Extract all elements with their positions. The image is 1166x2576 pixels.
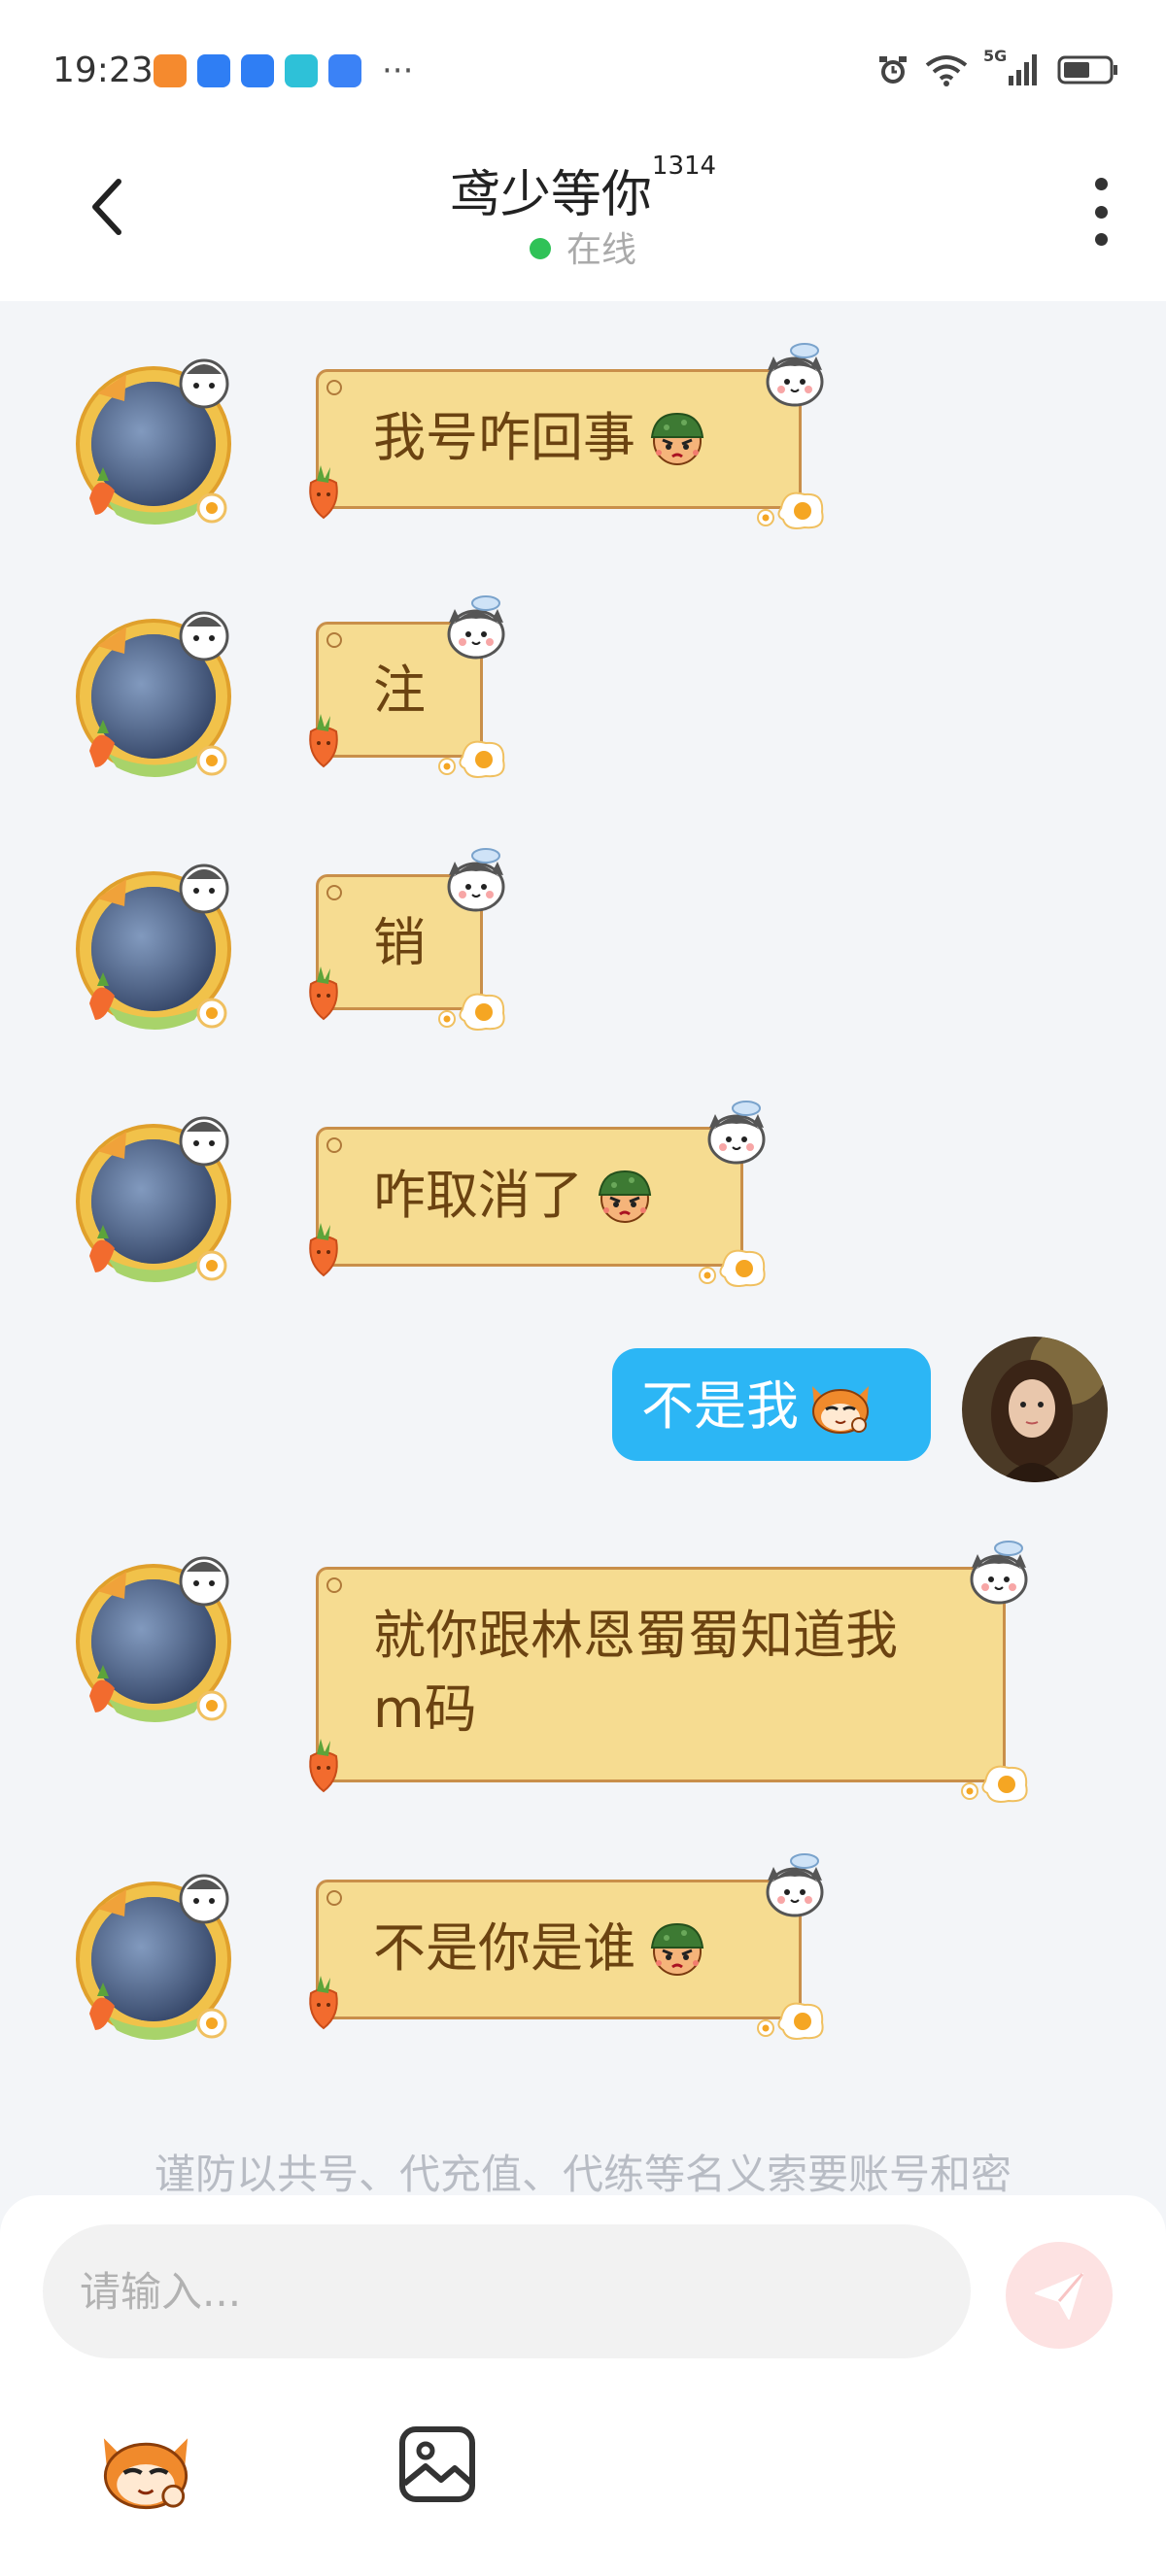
contact-avatar[interactable] — [68, 1112, 243, 1287]
more-options-button[interactable] — [1086, 178, 1115, 246]
alarm-icon — [879, 56, 907, 84]
battery-icon — [1057, 55, 1117, 85]
message-bubble[interactable]: 销 — [316, 874, 483, 1010]
app-notification-icon — [154, 54, 187, 87]
paper-plane-icon — [1035, 2273, 1084, 2320]
cat-sticker-icon — [437, 595, 507, 661]
carrot-sticker-icon — [301, 710, 346, 768]
bubble-pin-icon — [326, 380, 342, 395]
carrot-sticker-icon — [301, 1219, 346, 1277]
more-dot-icon — [1094, 205, 1108, 219]
app-store-icon — [197, 54, 230, 87]
emoji-button[interactable] — [92, 2414, 199, 2521]
notification-icons: ··· — [154, 54, 413, 87]
message-text: 不是我 — [641, 1375, 799, 1437]
my-avatar-image — [962, 1337, 1108, 1482]
contact-avatar[interactable] — [68, 1870, 243, 2045]
input-panel — [0, 2195, 1166, 2576]
message-input[interactable] — [43, 2224, 971, 2358]
bubble-pin-icon — [326, 632, 342, 648]
message-text: 注 — [373, 660, 426, 721]
system-status: 5G — [876, 47, 1119, 89]
carrot-sticker-icon — [301, 963, 346, 1021]
more-notifications-icon: ··· — [382, 51, 414, 90]
egg-sticker-icon — [433, 986, 509, 1033]
book-app-icon — [285, 54, 318, 87]
fox-smug-emoji-icon — [805, 1376, 876, 1435]
carrot-sticker-icon — [301, 1972, 346, 2030]
message-text: 我号咋回事 — [373, 407, 635, 468]
message-bubble[interactable]: 不是你是谁 — [316, 1880, 802, 2019]
message-bubble-outgoing[interactable]: 不是我 — [612, 1348, 931, 1461]
bubble-pin-icon — [326, 1890, 342, 1906]
message-bubble[interactable]: 就你跟林恩蜀蜀知道我 m码 — [316, 1567, 1006, 1782]
message-text: 不是你是谁 — [373, 1917, 635, 1979]
carrot-sticker-icon — [301, 461, 346, 520]
send-button[interactable] — [1006, 2242, 1113, 2349]
cat-sticker-icon — [698, 1101, 768, 1167]
contact-badge: 1314 — [651, 152, 717, 181]
message-text: 就你跟林恩蜀蜀知道我 — [373, 1605, 898, 1666]
chat-title: 鸢少等你1314 — [0, 152, 1166, 226]
egg-sticker-icon — [433, 733, 509, 780]
clock: 19:23 — [52, 51, 154, 90]
bubble-pin-icon — [326, 1577, 342, 1593]
egg-sticker-icon — [956, 1758, 1032, 1805]
message-text: 咋取消了 — [373, 1165, 583, 1226]
egg-sticker-icon — [752, 1995, 828, 2042]
message-bubble[interactable]: 注 — [316, 622, 483, 758]
contact-avatar[interactable] — [68, 860, 243, 1034]
contact-name: 鸢少等你 — [449, 166, 652, 224]
image-picker-button[interactable] — [396, 2423, 478, 2505]
helmet-angry-emoji-icon — [589, 1166, 661, 1224]
helmet-angry-emoji-icon — [641, 408, 713, 466]
message-bubble[interactable]: 我号咋回事 — [316, 369, 802, 509]
bubble-pin-icon — [326, 885, 342, 900]
wifi-icon — [925, 55, 968, 86]
my-avatar[interactable] — [962, 1337, 1108, 1482]
online-status: 在线 — [0, 221, 1166, 272]
security-warning: 谨防以共号、代充值、代练等名义索要账号和密 — [154, 2151, 1012, 2198]
app-store-icon — [241, 54, 274, 87]
contact-avatar[interactable] — [68, 1552, 243, 1727]
message-text: 销 — [373, 912, 426, 973]
cat-sticker-icon — [437, 848, 507, 914]
more-dot-icon — [1094, 233, 1108, 246]
egg-sticker-icon — [752, 485, 828, 531]
contact-avatar[interactable] — [68, 355, 243, 529]
message-bubble[interactable]: 咋取消了 — [316, 1127, 743, 1267]
contact-avatar[interactable] — [68, 607, 243, 782]
more-dot-icon — [1094, 178, 1108, 190]
bubble-pin-icon — [326, 1137, 342, 1153]
egg-sticker-icon — [694, 1242, 770, 1289]
cat-sticker-icon — [756, 343, 826, 409]
cellular-signal-icon: 5G — [983, 47, 1042, 89]
chat-header: 鸢少等你1314 在线 — [0, 146, 1166, 301]
message-text-line2: m码 — [373, 1678, 477, 1740]
online-dot-icon — [529, 238, 551, 259]
status-bar: 19:23 ··· 5G — [0, 0, 1166, 146]
carrot-sticker-icon — [301, 1735, 346, 1793]
helmet-angry-emoji-icon — [641, 1918, 713, 1977]
weather-app-icon — [328, 54, 361, 87]
online-status-label: 在线 — [566, 230, 636, 270]
cat-sticker-icon — [960, 1541, 1030, 1607]
cat-sticker-icon — [756, 1853, 826, 1919]
